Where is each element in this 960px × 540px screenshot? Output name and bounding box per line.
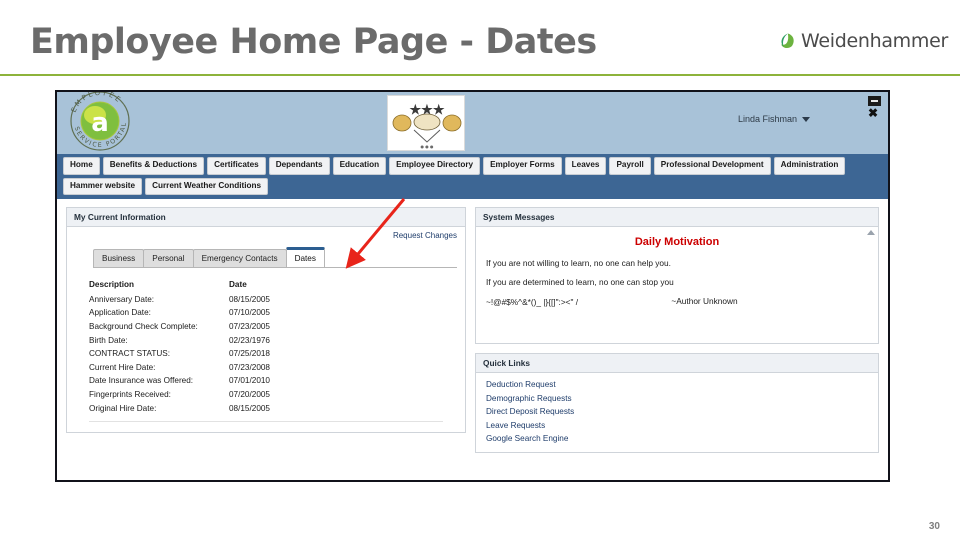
row-description: Application Date: xyxy=(89,308,151,318)
motivation-line-2: If you are determined to learn, no one c… xyxy=(486,277,674,288)
table-header-row: Description Date xyxy=(89,278,299,293)
request-changes-link[interactable]: Request Changes xyxy=(393,231,457,240)
row-date: 07/01/2010 xyxy=(229,376,270,386)
weidenhammer-logo: Weidenhammer xyxy=(777,30,948,52)
screenshot-window: a EMPLOYEE SERVICE PORTAL ★★★ ● ● ● Lind… xyxy=(55,90,890,482)
nav-item-payroll[interactable]: Payroll xyxy=(609,157,651,175)
row-date: 07/20/2005 xyxy=(229,390,270,400)
column-header-description: Description xyxy=(89,280,135,290)
row-description: Background Check Complete: xyxy=(89,322,198,332)
row-date: 07/23/2008 xyxy=(229,362,270,372)
table-row: Anniversary Date: 08/15/2005 xyxy=(89,293,299,307)
table-row: Original Hire Date: 08/15/2005 xyxy=(89,402,299,416)
leaf-icon xyxy=(781,33,794,49)
row-date: 07/25/2018 xyxy=(229,349,270,359)
user-menu[interactable]: Linda Fishman xyxy=(738,114,810,124)
row-description: Anniversary Date: xyxy=(89,294,155,304)
organization-seal: ★★★ ● ● ● xyxy=(387,95,465,151)
row-date: 08/15/2005 xyxy=(229,294,270,304)
tab-emergency-contacts[interactable]: Emergency Contacts xyxy=(192,249,287,268)
tab-dates[interactable]: Dates xyxy=(285,247,325,268)
row-date: 08/15/2005 xyxy=(229,403,270,413)
chevron-down-icon xyxy=(802,116,810,122)
tab-underline xyxy=(93,267,457,269)
row-description: Birth Date: xyxy=(89,335,128,345)
quick-link-direct-deposit-requests[interactable]: Direct Deposit Requests xyxy=(486,407,868,416)
table-row: CONTRACT STATUS: 07/25/2018 xyxy=(89,347,299,361)
tab-business[interactable]: Business xyxy=(93,249,145,268)
nav-item-hammer-website[interactable]: Hammer website xyxy=(63,177,143,196)
tab-personal[interactable]: Personal xyxy=(143,249,194,268)
table-row: Date Insurance was Offered: 07/01/2010 xyxy=(89,374,299,388)
panel-header-quick-links: Quick Links xyxy=(476,354,878,374)
table-row: Fingerprints Received: 07/20/2005 xyxy=(89,388,299,402)
row-description: Original Hire Date: xyxy=(89,403,157,413)
row-date: 07/10/2005 xyxy=(229,308,270,318)
quick-link-demographic-requests[interactable]: Demographic Requests xyxy=(486,394,868,403)
nav-item-certificates[interactable]: Certificates xyxy=(207,157,266,175)
system-messages-body: Daily Motivation If you are not willing … xyxy=(476,227,878,343)
quick-links-body: Deduction Request Demographic Requests D… xyxy=(476,373,878,452)
window-controls: ✖ xyxy=(868,96,884,119)
row-date: 02/23/1976 xyxy=(229,335,270,345)
table-row: Application Date: 07/10/2005 xyxy=(89,306,299,320)
scroll-up-icon[interactable] xyxy=(867,230,875,236)
nav-item-current-weather-conditions[interactable]: Current Weather Conditions xyxy=(145,177,269,196)
right-column: System Messages Daily Motivation If you … xyxy=(475,207,879,480)
slide-header: Employee Home Page - Dates Weidenhammer xyxy=(0,0,960,76)
row-description: CONTRACT STATUS: xyxy=(89,349,170,359)
close-icon[interactable]: ✖ xyxy=(868,107,884,119)
dates-table: Description Date Anniversary Date: 08/15… xyxy=(89,278,299,415)
nav-item-employee-directory[interactable]: Employee Directory xyxy=(389,157,481,175)
nav-item-employer-forms[interactable]: Employer Forms xyxy=(483,157,562,175)
panel-spacer xyxy=(475,344,879,353)
table-row: Current Hire Date: 07/23/2008 xyxy=(89,361,299,375)
nav-item-benefits[interactable]: Benefits & Deductions xyxy=(102,157,205,175)
quick-link-deduction-request[interactable]: Deduction Request xyxy=(486,380,868,389)
motivation-line-1: If you are not willing to learn, no one … xyxy=(486,258,671,269)
information-tabs: Business Personal Emergency Contacts Dat… xyxy=(93,247,457,268)
system-messages-panel: System Messages Daily Motivation If you … xyxy=(475,207,879,345)
column-header-date: Date xyxy=(229,280,247,290)
my-current-information-panel: My Current Information Request Changes B… xyxy=(66,207,466,434)
table-row: Birth Date: 02/23/1976 xyxy=(89,334,299,348)
row-date: 07/23/2005 xyxy=(229,322,270,332)
row-description: Date Insurance was Offered: xyxy=(89,376,194,386)
row-description: Fingerprints Received: xyxy=(89,390,171,400)
panel-header-my-current-information: My Current Information xyxy=(67,208,465,228)
employee-service-portal-logo: a EMPLOYEE SERVICE PORTAL xyxy=(70,92,130,151)
main-navigation: Home Benefits & Deductions Certificates … xyxy=(57,154,888,200)
app-banner: a EMPLOYEE SERVICE PORTAL ★★★ ● ● ● Lind… xyxy=(57,92,888,154)
quick-link-google-search-engine[interactable]: Google Search Engine xyxy=(486,434,868,443)
my-current-information-body: Request Changes Business Personal Emerge… xyxy=(67,227,465,432)
left-column: My Current Information Request Changes B… xyxy=(66,207,466,480)
quick-link-leave-requests[interactable]: Leave Requests xyxy=(486,421,868,430)
header-divider xyxy=(0,74,960,76)
section-divider xyxy=(89,421,443,423)
slide-page-number: 30 xyxy=(928,521,940,532)
svg-text:● ● ●: ● ● ● xyxy=(420,144,434,149)
brand-name: Weidenhammer xyxy=(800,30,948,52)
panel-header-system-messages: System Messages xyxy=(476,208,878,228)
minimize-button[interactable] xyxy=(868,96,881,106)
daily-motivation-title: Daily Motivation xyxy=(634,236,720,249)
nav-item-leaves[interactable]: Leaves xyxy=(564,157,607,175)
table-row: Background Check Complete: 07/23/2005 xyxy=(89,320,299,334)
user-name: Linda Fishman xyxy=(737,114,797,124)
nav-item-dependants[interactable]: Dependants xyxy=(268,157,330,175)
app-content: My Current Information Request Changes B… xyxy=(57,199,888,480)
page-title: Employee Home Page - Dates xyxy=(30,22,597,62)
svg-text:a: a xyxy=(91,108,109,138)
nav-item-administration[interactable]: Administration xyxy=(773,157,846,175)
nav-item-professional-development[interactable]: Professional Development xyxy=(653,157,771,175)
row-description: Current Hire Date: xyxy=(89,362,156,372)
nav-item-education[interactable]: Education xyxy=(332,157,387,175)
quick-links-panel: Quick Links Deduction Request Demographi… xyxy=(475,353,879,454)
nav-item-home[interactable]: Home xyxy=(63,157,100,175)
